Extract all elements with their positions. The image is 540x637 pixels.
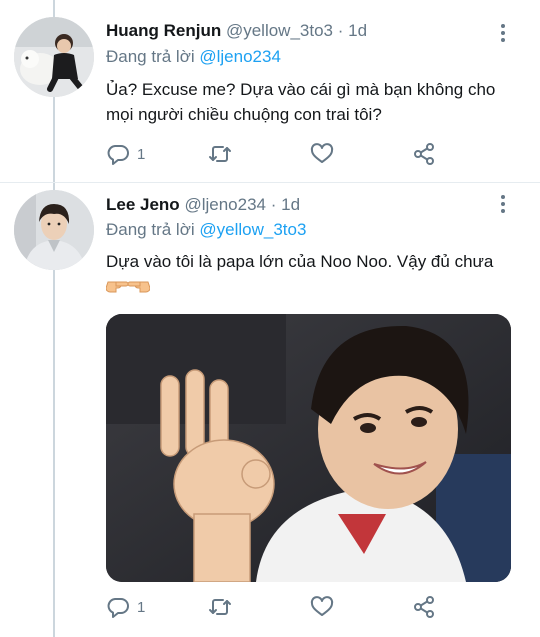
tweet-actions: 1 — [106, 594, 456, 620]
tweet-actions: 1 — [106, 141, 456, 167]
reply-button[interactable]: 1 — [106, 141, 145, 167]
like-button[interactable] — [310, 141, 334, 167]
reply-icon — [107, 145, 129, 165]
reply-icon — [107, 598, 129, 618]
separator: · — [337, 21, 344, 40]
more-vertical-icon[interactable] — [500, 195, 506, 215]
tweet-text: Ủa? Excuse me? Dựa vào cái gì mà bạn khô… — [106, 80, 496, 124]
separator: · — [270, 195, 277, 214]
author-name[interactable]: Lee Jeno — [106, 195, 180, 214]
timestamp[interactable]: 1d — [348, 21, 367, 40]
tweet[interactable]: Huang Renjun @yellow_3to3 · 1d Đang trả … — [0, 0, 540, 183]
author-handle[interactable]: @yellow_3to3 — [226, 21, 333, 40]
replying-prefix: Đang trả lời — [106, 220, 195, 239]
retweet-button[interactable] — [208, 141, 232, 167]
share-button[interactable] — [412, 594, 436, 620]
tweet-header: Lee Jeno @ljeno234 · 1d — [106, 193, 490, 217]
like-icon — [310, 596, 334, 616]
replying-mention[interactable]: @yellow_3to3 — [199, 220, 306, 239]
tweet-photo[interactable] — [106, 314, 511, 582]
avatar[interactable] — [14, 190, 94, 270]
like-icon — [310, 143, 334, 163]
tweet-header: Huang Renjun @yellow_3to3 · 1d — [106, 19, 490, 43]
reply-button[interactable]: 1 — [106, 594, 145, 620]
pointing-hands-emoji — [105, 274, 151, 303]
share-icon — [414, 596, 434, 618]
share-icon — [414, 143, 434, 165]
reply-count: 1 — [137, 145, 146, 163]
author-handle[interactable]: @ljeno234 — [184, 195, 266, 214]
more-vertical-icon[interactable] — [500, 24, 506, 44]
author-name[interactable]: Huang Renjun — [106, 21, 221, 40]
replying-to: Đang trả lời @ljeno234 — [106, 46, 281, 68]
share-button[interactable] — [412, 141, 436, 167]
replying-prefix: Đang trả lời — [106, 47, 195, 66]
tweet[interactable]: Lee Jeno @ljeno234 · 1d Đang trả lời @ye… — [0, 183, 540, 637]
replying-to: Đang trả lời @yellow_3to3 — [106, 219, 306, 241]
retweet-button[interactable] — [208, 594, 232, 620]
reply-count: 1 — [137, 598, 146, 616]
timestamp[interactable]: 1d — [281, 195, 300, 214]
replying-mention[interactable]: @ljeno234 — [199, 47, 281, 66]
like-button[interactable] — [310, 594, 334, 620]
avatar[interactable] — [14, 17, 94, 97]
retweet-icon — [209, 599, 231, 615]
tweet-text: Dựa vào tôi là papa lớn của Noo Noo. Vậy… — [106, 252, 494, 271]
tweet-text-container: Dựa vào tôi là papa lớn của Noo Noo. Vậy… — [105, 249, 506, 303]
retweet-icon — [209, 146, 231, 162]
